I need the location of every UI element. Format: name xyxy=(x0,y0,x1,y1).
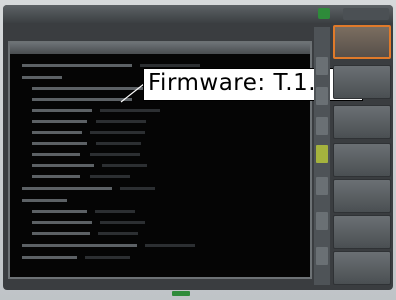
side-tab-active[interactable] xyxy=(316,145,328,163)
tab-strip xyxy=(314,27,330,285)
side-tab[interactable] xyxy=(316,177,328,195)
softkey-3[interactable] xyxy=(333,105,391,139)
side-tab[interactable] xyxy=(316,247,328,265)
softkey-2[interactable] xyxy=(333,65,391,99)
side-tab[interactable] xyxy=(316,57,328,75)
bottom-status-led xyxy=(172,291,190,296)
softkey-4[interactable] xyxy=(333,143,391,177)
side-tab[interactable] xyxy=(316,87,328,105)
firmware-callout: Firmware: T.1.0.0 xyxy=(143,68,363,101)
side-tab[interactable] xyxy=(316,212,328,230)
instrument-screen: Firmware: T.1.0.0 xyxy=(3,5,393,290)
softkey-6[interactable] xyxy=(333,215,391,249)
softkey-column xyxy=(333,25,391,287)
softkey-1[interactable] xyxy=(333,25,391,59)
side-tab[interactable] xyxy=(316,117,328,135)
softkey-7[interactable] xyxy=(333,251,391,285)
softkey-5[interactable] xyxy=(333,179,391,213)
